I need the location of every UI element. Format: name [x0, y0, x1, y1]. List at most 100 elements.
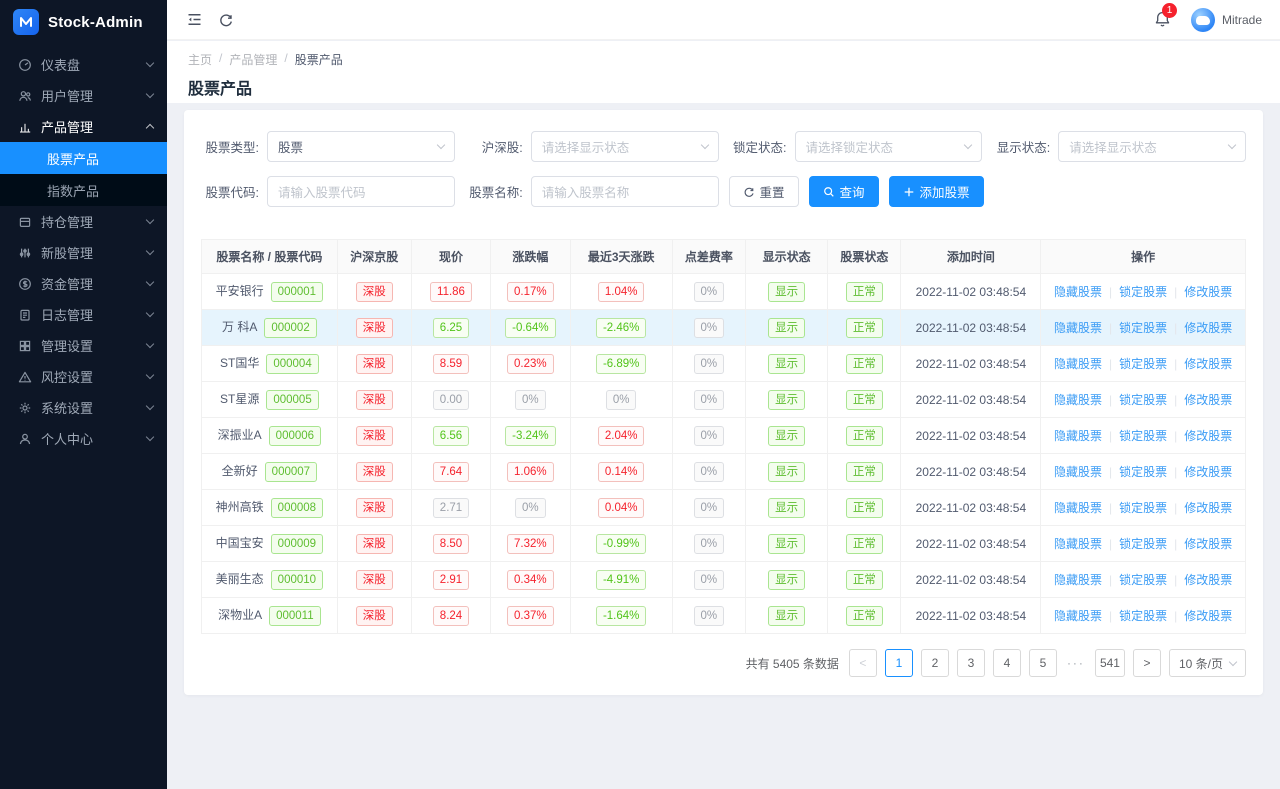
lock-status-select[interactable]: 请选择锁定状态 — [795, 131, 983, 162]
table-row[interactable]: 深物业A000011深股8.240.37%-1.64%0%显示正常2022-11… — [202, 598, 1246, 634]
edit-stock-link[interactable]: 修改股票 — [1184, 501, 1232, 515]
hs-stock-select[interactable]: 请选择显示状态 — [531, 131, 719, 162]
edit-stock-link[interactable]: 修改股票 — [1184, 537, 1232, 551]
lock-stock-link[interactable]: 锁定股票 — [1119, 573, 1167, 587]
lock-stock-link[interactable]: 锁定股票 — [1119, 321, 1167, 335]
reset-button[interactable]: 重置 — [729, 176, 799, 207]
sidebar-item-system-settings[interactable]: 系统设置 — [0, 392, 167, 423]
sidebar-item-logs[interactable]: 日志管理 — [0, 299, 167, 330]
sidebar-item-dashboard[interactable]: 仪表盘 — [0, 49, 167, 80]
hide-stock-link[interactable]: 隐藏股票 — [1054, 357, 1102, 371]
display-status-badge: 显示 — [768, 354, 805, 374]
placeholder-text: 请选择锁定状态 — [806, 137, 894, 156]
hide-stock-link[interactable]: 隐藏股票 — [1054, 501, 1102, 515]
query-button[interactable]: 查询 — [809, 176, 879, 207]
avatar[interactable] — [1191, 8, 1215, 32]
page-button-1[interactable]: 1 — [885, 649, 913, 677]
lock-stock-link[interactable]: 锁定股票 — [1119, 501, 1167, 515]
sidebar-item-positions[interactable]: 持仓管理 — [0, 206, 167, 237]
market-cell: 深股 — [337, 526, 411, 562]
hide-stock-link[interactable]: 隐藏股票 — [1054, 429, 1102, 443]
page-button-4[interactable]: 4 — [993, 649, 1021, 677]
change3d-badge: -4.91% — [596, 570, 646, 590]
change3d-cell: 0.14% — [570, 454, 672, 490]
market-badge: 深股 — [356, 606, 393, 626]
breadcrumb-products[interactable]: 产品管理 — [229, 51, 277, 68]
reset-icon — [743, 186, 755, 198]
edit-stock-link[interactable]: 修改股票 — [1184, 321, 1232, 335]
hide-stock-link[interactable]: 隐藏股票 — [1054, 393, 1102, 407]
table-row[interactable]: 中国宝安000009深股8.507.32%-0.99%0%显示正常2022-11… — [202, 526, 1246, 562]
table-row[interactable]: 神州高铁000008深股2.710%0.04%0%显示正常2022-11-02 … — [202, 490, 1246, 526]
table-row[interactable]: 美丽生态000010深股2.910.34%-4.91%0%显示正常2022-11… — [202, 562, 1246, 598]
filter-stock-name: 股票名称: 请输入股票名称 — [465, 176, 719, 207]
stock-name-cell: ST国华000004 — [202, 346, 338, 382]
table-row[interactable]: ST星源000005深股0.000%0%0%显示正常2022-11-02 03:… — [202, 382, 1246, 418]
hide-stock-link[interactable]: 隐藏股票 — [1054, 573, 1102, 587]
table-row[interactable]: 万 科A000002深股6.25-0.64%-2.46%0%显示正常2022-1… — [202, 310, 1246, 346]
logs-icon — [17, 307, 32, 322]
table-row[interactable]: 深振业A000006深股6.56-3.24%2.04%0%显示正常2022-11… — [202, 418, 1246, 454]
hide-stock-link[interactable]: 隐藏股票 — [1054, 465, 1102, 479]
sidebar-item-profile[interactable]: 个人中心 — [0, 423, 167, 454]
edit-stock-link[interactable]: 修改股票 — [1184, 609, 1232, 623]
edit-stock-link[interactable]: 修改股票 — [1184, 429, 1232, 443]
lock-stock-link[interactable]: 锁定股票 — [1119, 429, 1167, 443]
sidebar-item-stock-products[interactable]: 股票产品 — [0, 142, 167, 174]
lock-stock-link[interactable]: 锁定股票 — [1119, 285, 1167, 299]
edit-stock-link[interactable]: 修改股票 — [1184, 573, 1232, 587]
price-cell: 0.00 — [411, 382, 490, 418]
page-button-5[interactable]: 5 — [1029, 649, 1057, 677]
page-button-3[interactable]: 3 — [957, 649, 985, 677]
table-row[interactable]: 平安银行000001深股11.860.17%1.04%0%显示正常2022-11… — [202, 274, 1246, 310]
hide-stock-link[interactable]: 隐藏股票 — [1054, 537, 1102, 551]
added-time-cell: 2022-11-02 03:48:54 — [901, 598, 1041, 634]
app-logo[interactable]: Stock-Admin — [0, 0, 167, 44]
edit-stock-link[interactable]: 修改股票 — [1184, 357, 1232, 371]
page-button-last[interactable]: 541 — [1095, 649, 1125, 677]
sidebar-item-index-products[interactable]: 指数产品 — [0, 174, 167, 206]
display-status-cell: 显示 — [745, 490, 827, 526]
sidebar-item-admin-settings[interactable]: 管理设置 — [0, 330, 167, 361]
display-status-badge: 显示 — [768, 498, 805, 518]
price-cell: 8.50 — [411, 526, 490, 562]
sidebar-collapse-icon[interactable] — [185, 11, 203, 29]
stock-status-badge: 正常 — [846, 462, 883, 482]
lock-stock-link[interactable]: 锁定股票 — [1119, 537, 1167, 551]
sidebar-item-products[interactable]: 产品管理 — [0, 111, 167, 142]
edit-stock-link[interactable]: 修改股票 — [1184, 465, 1232, 479]
change-badge: 0.37% — [507, 606, 554, 626]
page-size-select[interactable]: 10 条/页 — [1169, 649, 1246, 677]
lock-stock-link[interactable]: 锁定股票 — [1119, 465, 1167, 479]
sidebar-item-label: 产品管理 — [41, 117, 93, 136]
stock-name-input[interactable]: 请输入股票名称 — [531, 176, 719, 207]
sidebar-item-new-stock[interactable]: 新股管理 — [0, 237, 167, 268]
pagination: 共有 5405 条数据 <12345···541>10 条/页 — [201, 649, 1246, 677]
notification-bell-icon[interactable]: 1 — [1153, 10, 1173, 30]
hide-stock-link[interactable]: 隐藏股票 — [1054, 609, 1102, 623]
stock-type-select[interactable]: 股票 — [267, 131, 455, 162]
breadcrumb-home[interactable]: 主页 — [188, 51, 212, 68]
actions-cell: 隐藏股票|锁定股票|修改股票 — [1041, 418, 1246, 454]
sidebar-item-users[interactable]: 用户管理 — [0, 80, 167, 111]
lock-stock-link[interactable]: 锁定股票 — [1119, 393, 1167, 407]
table-row[interactable]: ST国华000004深股8.590.23%-6.89%0%显示正常2022-11… — [202, 346, 1246, 382]
column-header: 添加时间 — [901, 240, 1041, 274]
column-header: 股票名称 / 股票代码 — [202, 240, 338, 274]
table-row[interactable]: 全新好000007深股7.641.06%0.14%0%显示正常2022-11-0… — [202, 454, 1246, 490]
sidebar-item-risk-settings[interactable]: 风控设置 — [0, 361, 167, 392]
hide-stock-link[interactable]: 隐藏股票 — [1054, 321, 1102, 335]
edit-stock-link[interactable]: 修改股票 — [1184, 393, 1232, 407]
stock-name-cell: 深振业A000006 — [202, 418, 338, 454]
display-status-select[interactable]: 请选择显示状态 — [1058, 131, 1246, 162]
page-button-2[interactable]: 2 — [921, 649, 949, 677]
edit-stock-link[interactable]: 修改股票 — [1184, 285, 1232, 299]
lock-stock-link[interactable]: 锁定股票 — [1119, 609, 1167, 623]
stock-code-input[interactable]: 请输入股票代码 — [267, 176, 455, 207]
add-stock-button[interactable]: 添加股票 — [889, 176, 984, 207]
lock-stock-link[interactable]: 锁定股票 — [1119, 357, 1167, 371]
refresh-icon[interactable] — [217, 11, 235, 29]
sidebar-item-funds[interactable]: 资金管理 — [0, 268, 167, 299]
hide-stock-link[interactable]: 隐藏股票 — [1054, 285, 1102, 299]
next-page-button[interactable]: > — [1133, 649, 1161, 677]
